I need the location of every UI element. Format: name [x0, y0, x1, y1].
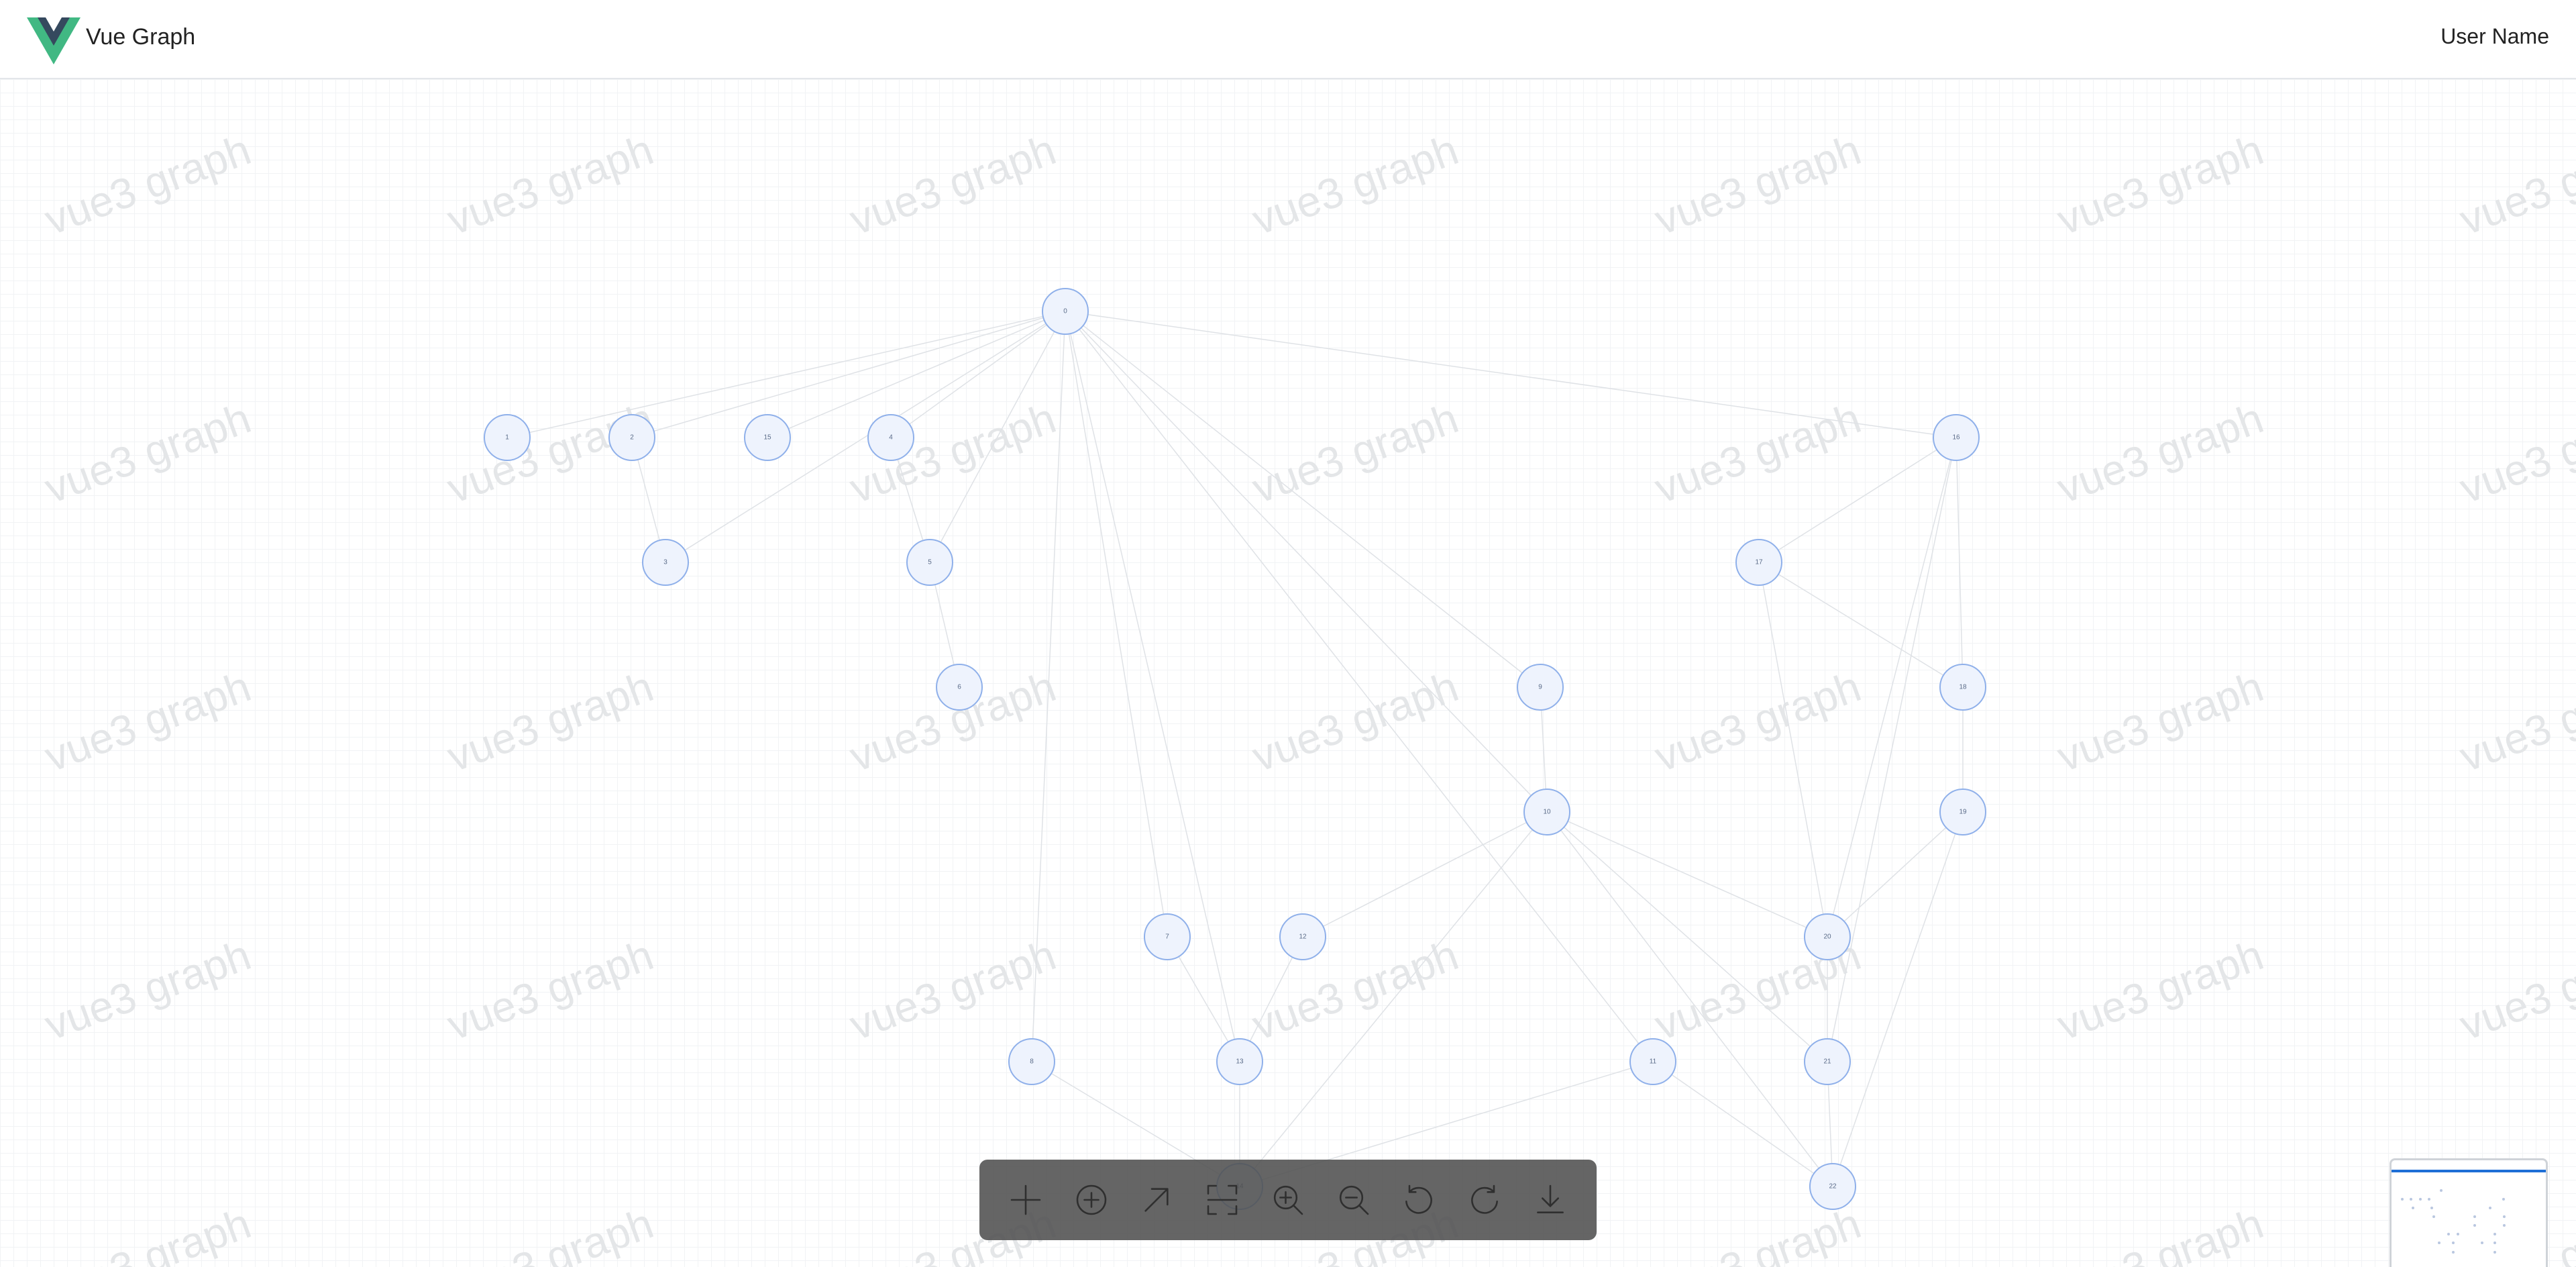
graph-canvas[interactable]: vue3 graph vue3 graph vue3 graph vue3 graph… [0, 79, 2576, 1267]
graph-node-label: 3 [663, 559, 667, 566]
graph-node-label: 5 [928, 559, 932, 566]
graph-edge[interactable] [1827, 437, 1957, 1062]
graph-node-label: 6 [957, 684, 961, 691]
graph-node-label: 19 [1959, 809, 1967, 816]
graph-edge[interactable] [1758, 562, 1964, 688]
graph-svg[interactable]: 012154356161718199107122081311212214 [0, 79, 2576, 1267]
minimap[interactable] [2390, 1158, 2548, 1267]
minimap-node [2452, 1250, 2455, 1254]
zoom-out-button[interactable] [1327, 1173, 1381, 1227]
graph-edge[interactable] [929, 311, 1066, 563]
download-button[interactable] [1523, 1173, 1577, 1227]
graph-node[interactable]: 8 [1008, 1038, 1055, 1085]
graph-node[interactable]: 3 [642, 539, 689, 586]
graph-node-label: 11 [1650, 1058, 1657, 1066]
add-circle-node-button[interactable] [1065, 1173, 1118, 1227]
download-icon [1537, 1184, 1564, 1213]
graph-node-label: 9 [1538, 684, 1542, 691]
graph-edge[interactable] [506, 311, 1066, 438]
graph-edge[interactable] [1827, 437, 1957, 937]
zoom-in-icon [1273, 1185, 1303, 1215]
graph-node-label: 10 [1543, 809, 1551, 816]
graph-edge[interactable] [1758, 562, 1828, 937]
arrow-up-right-icon [1144, 1188, 1169, 1212]
graph-node[interactable]: 7 [1144, 913, 1191, 960]
fit-view-icon [1207, 1184, 1238, 1215]
zoom-in-button[interactable] [1261, 1173, 1315, 1227]
graph-edge[interactable] [1065, 311, 1168, 937]
graph-node-label: 0 [1063, 308, 1067, 315]
graph-edge[interactable] [1546, 811, 1828, 937]
redo-button[interactable] [1458, 1173, 1511, 1227]
add-edge-button[interactable] [1130, 1173, 1183, 1227]
zoom-out-icon [1339, 1185, 1368, 1215]
graph-node-label: 21 [1823, 1058, 1831, 1066]
graph-node[interactable]: 21 [1804, 1038, 1851, 1085]
graph-node-label: 2 [630, 434, 634, 442]
graph-node[interactable]: 16 [1933, 414, 1980, 461]
graph-node[interactable]: 9 [1517, 664, 1564, 711]
graph-edge[interactable] [1832, 811, 1964, 1187]
app-header: Vue Graph User Name [0, 0, 2576, 79]
graph-node-label: 13 [1236, 1058, 1244, 1066]
graph-edge[interactable] [1546, 811, 1833, 1187]
graph-node[interactable]: 17 [1735, 539, 1782, 586]
graph-node-label: 4 [889, 434, 893, 442]
graph-node-label: 16 [1952, 434, 1960, 442]
graph-node-label: 8 [1030, 1058, 1034, 1066]
graph-edge[interactable] [1065, 311, 1957, 438]
graph-node[interactable]: 4 [867, 414, 914, 461]
fit-view-button[interactable] [1195, 1173, 1249, 1227]
graph-node-label: 7 [1165, 933, 1169, 941]
graph-edge[interactable] [1031, 311, 1066, 1062]
graph-node-label: 12 [1299, 933, 1307, 941]
graph-node[interactable]: 20 [1804, 913, 1851, 960]
minimap-node [2493, 1250, 2497, 1254]
redo-icon [1471, 1184, 1499, 1214]
graph-node[interactable]: 5 [906, 539, 953, 586]
graph-edge[interactable] [1239, 811, 1548, 1187]
minimap-viewport[interactable] [2392, 1170, 2546, 1267]
graph-node[interactable]: 12 [1279, 913, 1326, 960]
graph-node[interactable]: 13 [1216, 1038, 1263, 1085]
graph-toolbar [979, 1160, 1597, 1240]
graph-node[interactable]: 2 [608, 414, 655, 461]
graph-edge[interactable] [1065, 311, 1541, 688]
graph-node[interactable]: 10 [1523, 789, 1570, 835]
undo-button[interactable] [1392, 1173, 1446, 1227]
graph-node-label: 18 [1959, 684, 1967, 691]
graph-node[interactable]: 0 [1042, 288, 1089, 335]
graph-edge[interactable] [1827, 811, 1964, 937]
graph-node[interactable]: 11 [1629, 1038, 1676, 1085]
graph-edge[interactable] [1302, 811, 1548, 937]
graph-node-label: 1 [505, 434, 509, 442]
graph-node[interactable]: 6 [936, 664, 983, 711]
undo-icon [1405, 1184, 1433, 1214]
graph-node[interactable]: 15 [744, 414, 791, 461]
node-layer: 012154356161718199107122081311212214 [484, 288, 1986, 1210]
plus-icon [1010, 1184, 1041, 1215]
graph-node[interactable]: 1 [484, 414, 531, 461]
user-name-menu[interactable]: User Name [2440, 24, 2549, 49]
graph-node-label: 22 [1829, 1183, 1837, 1190]
plus-circle-icon [1076, 1184, 1106, 1215]
graph-edge[interactable] [631, 311, 1066, 438]
graph-edge[interactable] [1652, 1061, 1833, 1187]
graph-node[interactable]: 22 [1809, 1163, 1856, 1210]
vue-logo-icon [27, 17, 80, 64]
add-node-button[interactable] [999, 1173, 1053, 1227]
graph-node[interactable]: 18 [1939, 664, 1986, 711]
graph-edge[interactable] [1065, 311, 1548, 813]
graph-node-label: 20 [1823, 933, 1831, 941]
graph-edge[interactable] [665, 311, 1066, 563]
graph-edge[interactable] [1546, 811, 1828, 1062]
graph-node-label: 17 [1755, 559, 1763, 566]
graph-edge[interactable] [1758, 437, 1957, 563]
app-title: Vue Graph [86, 24, 196, 50]
graph-node[interactable]: 19 [1939, 789, 1986, 835]
graph-edge[interactable] [1955, 437, 1964, 688]
graph-node-label: 15 [763, 434, 771, 442]
